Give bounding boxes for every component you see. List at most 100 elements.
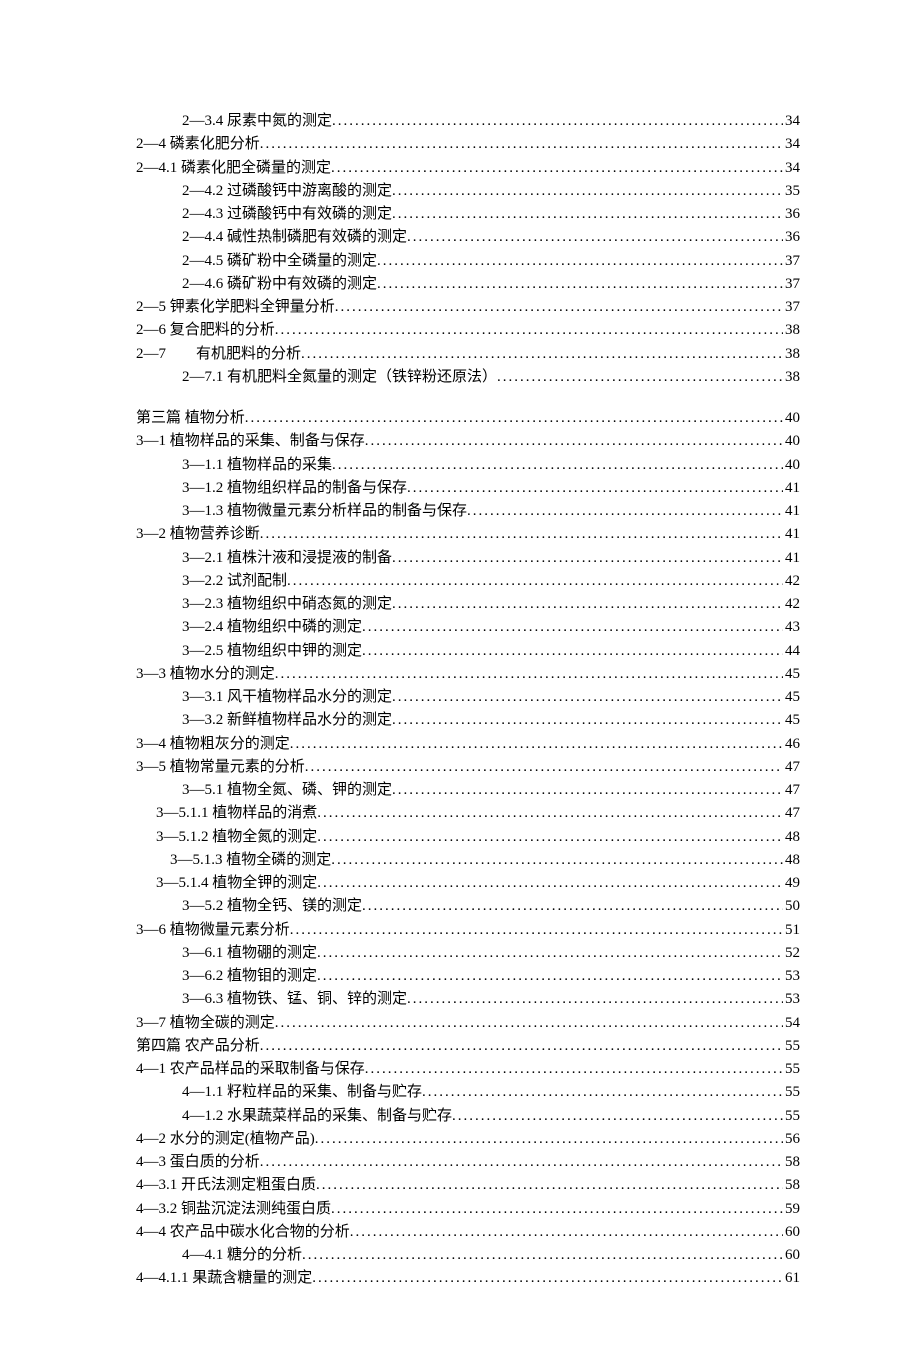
toc-entry: 3—6 植物微量元素分析 51 (120, 919, 800, 942)
toc-entry-label: 3—1.1 植物样品的采集 (182, 454, 332, 477)
toc-leader-dots (317, 965, 783, 988)
toc-leader-dots (331, 157, 783, 180)
toc-entry-label: 3—5.1.1 植物样品的消煮 (156, 802, 317, 825)
toc-entry-label: 3—3.1 风干植物样品水分的测定 (182, 686, 392, 709)
toc-entry: 3—1.3 植物微量元素分析样品的制备与保存41 (120, 500, 800, 523)
toc-entry: 3—5.1.2 植物全氮的测定 48 (120, 826, 800, 849)
toc-entry-label: 3—5.1 植物全氮、磷、钾的测定 (182, 779, 392, 802)
toc-entry-page: 35 (783, 180, 800, 203)
toc-entry-label: 4—2 水分的测定(植物产品) (136, 1128, 315, 1151)
toc-entry-page: 46 (783, 733, 800, 756)
toc-entry-label: 3—6.2 植物钼的测定 (182, 965, 317, 988)
toc-entry-label: 3—5.1.2 植物全氮的测定 (156, 826, 317, 849)
toc-entry-page: 40 (783, 407, 800, 430)
toc-leader-dots (377, 250, 783, 273)
toc-entry: 2—4.3 过磷酸钙中有效磷的测定 36 (120, 203, 800, 226)
toc-leader-dots (452, 1105, 783, 1128)
toc-entry: 4—2 水分的测定(植物产品)56 (120, 1128, 800, 1151)
toc-entry: 2—4.4 碱性热制磷肥有效磷的测定 36 (120, 226, 800, 249)
toc-leader-dots (260, 133, 783, 156)
toc-entry-label: 4—1.2 水果蔬菜样品的采集、制备与贮存 (182, 1105, 452, 1128)
toc-entry-page: 55 (783, 1105, 800, 1128)
toc-entry-page: 38 (783, 343, 800, 366)
toc-leader-dots (275, 663, 783, 686)
toc-entry-label: 3—7 植物全碳的测定 (136, 1012, 275, 1035)
toc-entry-page: 45 (783, 686, 800, 709)
toc-leader-dots (275, 319, 783, 342)
toc-entry: 2—4 磷素化肥分析34 (120, 133, 800, 156)
toc-leader-dots (392, 779, 783, 802)
toc-entry-page: 37 (783, 273, 800, 296)
blank-line (120, 389, 800, 407)
toc-entry: 3—2.4 植物组织中磷的测定43 (120, 616, 800, 639)
toc-leader-dots (315, 1128, 783, 1151)
toc-entry-label: 2—7 有机肥料的分析 (136, 343, 301, 366)
toc-entry: 2—4.1 磷素化肥全磷量的测定34 (120, 157, 800, 180)
toc-entry-page: 45 (783, 709, 800, 732)
toc-leader-dots (392, 180, 783, 203)
toc-leader-dots (317, 826, 783, 849)
toc-entry: 3—2.1 植株汁液和浸提液的制备41 (120, 547, 800, 570)
toc-entry-page: 36 (783, 203, 800, 226)
toc-entry-page: 50 (783, 895, 800, 918)
toc-entry-page: 41 (783, 523, 800, 546)
toc-entry: 3—3.2 新鲜植物样品水分的测定45 (120, 709, 800, 732)
toc-entry: 3—6.1 植物硼的测定52 (120, 942, 800, 965)
toc-leader-dots (497, 366, 783, 389)
toc-leader-dots (332, 454, 783, 477)
toc-entry-page: 48 (783, 826, 800, 849)
toc-entry-page: 41 (783, 500, 800, 523)
toc-leader-dots (392, 547, 783, 570)
toc-entry-label: 2—4.4 碱性热制磷肥有效磷的测定 (182, 226, 407, 249)
toc-entry: 2—5 钾素化学肥料全钾量分析37 (120, 296, 800, 319)
toc-entry-page: 37 (783, 250, 800, 273)
toc-entry-page: 44 (783, 640, 800, 663)
toc-entry-label: 2—4.5 磷矿粉中全磷量的测定 (182, 250, 377, 273)
toc-entry-page: 47 (783, 802, 800, 825)
toc-leader-dots (260, 1151, 783, 1174)
toc-entry-label: 4—1.1 籽粒样品的采集、制备与贮存 (182, 1081, 422, 1104)
toc-leader-dots (335, 296, 783, 319)
toc-entry-page: 48 (783, 849, 800, 872)
toc-entry-page: 36 (783, 226, 800, 249)
toc-entry-label: 3—3 植物水分的测定 (136, 663, 275, 686)
toc-entry: 3—2.5 植物组织中钾的测定44 (120, 640, 800, 663)
toc-leader-dots (317, 802, 783, 825)
toc-entry: 2—4.2 过磷酸钙中游离酸的测定35 (120, 180, 800, 203)
toc-entry-page: 55 (783, 1058, 800, 1081)
toc-leader-dots (290, 919, 783, 942)
toc-entry-page: 34 (783, 110, 800, 133)
toc-leader-dots (362, 640, 783, 663)
toc-entry-label: 2—3.4 尿素中氮的测定 (182, 110, 332, 133)
toc-entry-label: 3—1.2 植物组织样品的制备与保存 (182, 477, 407, 500)
toc-entry-page: 47 (783, 779, 800, 802)
toc-entry: 2—7.1 有机肥料全氮量的测定（铁锌粉还原法）38 (120, 366, 800, 389)
toc-entry: 3—3 植物水分的测定45 (120, 663, 800, 686)
toc-entry-label: 2—4.3 过磷酸钙中有效磷的测定 (182, 203, 392, 226)
toc-leader-dots (287, 570, 783, 593)
toc-entry-label: 4—4.1 糖分的分析 (182, 1244, 302, 1267)
toc-entry-label: 第三篇 植物分析 (136, 407, 245, 430)
toc-leader-dots (377, 273, 783, 296)
toc-entry-page: 51 (783, 919, 800, 942)
toc-entry-label: 2—7.1 有机肥料全氮量的测定（铁锌粉还原法） (182, 366, 497, 389)
toc-entry-page: 41 (783, 547, 800, 570)
toc-entry-page: 55 (783, 1035, 800, 1058)
toc-leader-dots (260, 1035, 783, 1058)
toc-entry-label: 2—6 复合肥料的分析 (136, 319, 275, 342)
toc-entry-page: 37 (783, 296, 800, 319)
toc-entry: 4—4.1.1 果蔬含糖量的测定61 (120, 1267, 800, 1290)
toc-entry: 4—3.1 开氏法测定粗蛋白质58 (120, 1174, 800, 1197)
toc-entry-page: 40 (783, 454, 800, 477)
toc-entry-label: 3—1 植物样品的采集、制备与保存 (136, 430, 365, 453)
toc-entry-page: 58 (783, 1174, 800, 1197)
toc-leader-dots (392, 593, 783, 616)
toc-entry-label: 3—6 植物微量元素分析 (136, 919, 290, 942)
toc-entry: 3—4 植物粗灰分的测定46 (120, 733, 800, 756)
toc-entry: 3—1.1 植物样品的采集 40 (120, 454, 800, 477)
toc-entry-page: 43 (783, 616, 800, 639)
toc-leader-dots (407, 988, 783, 1011)
toc-leader-dots (407, 226, 783, 249)
toc-entry-page: 34 (783, 157, 800, 180)
toc-entry: 3—5.1.3 植物全磷的测定48 (120, 849, 800, 872)
